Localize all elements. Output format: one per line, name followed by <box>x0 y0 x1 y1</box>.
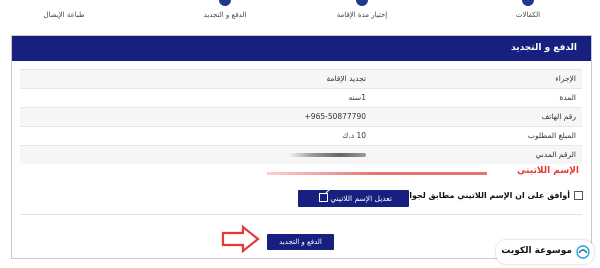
detail-row-phone: رقم الهاتف +965-50877790 <box>20 107 582 126</box>
row-label: المبلغ المطلوب <box>527 131 576 140</box>
row-value: 10 د.ك <box>342 131 366 140</box>
edit-button-label: تعديل الإسم اللاتيني <box>330 194 392 203</box>
checkbox-box[interactable] <box>574 191 583 200</box>
row-value: تجديد الإقامة <box>326 74 366 83</box>
row-label: الإجراء <box>555 74 576 83</box>
detail-row-procedure: الإجراء تجديد الإقامة <box>20 69 582 88</box>
redacted-latin-name <box>267 172 487 175</box>
step-label: الدفع و التجديد <box>203 11 247 19</box>
arrow-right-icon <box>221 224 260 254</box>
logo-text: موسوعة الكويت <box>501 246 572 256</box>
step-dot <box>522 0 534 6</box>
progress-stepper: طباعة الإيصال الدفع و التجديد إختيار مدة… <box>0 0 600 30</box>
step-dot <box>356 0 368 6</box>
row-label: المدة <box>559 93 576 102</box>
row-label: الرقم المدني <box>535 150 576 159</box>
step-label: طباعة الإيصال <box>43 11 85 19</box>
panel-title: الدفع و التجديد <box>12 36 591 61</box>
row-value: 1سنه <box>348 93 366 102</box>
divider <box>20 214 582 215</box>
step-label: إختيار مدة الإقامة <box>336 11 388 19</box>
latin-name-title: الإسم اللاتيني <box>517 166 579 176</box>
logo-icon <box>576 245 590 259</box>
payment-renewal-panel: الدفع و التجديد الإجراء تجديد الإقامة ال… <box>11 35 592 259</box>
edit-icon <box>319 193 329 202</box>
edit-latin-name-button[interactable]: تعديل الإسم اللاتيني <box>298 190 409 207</box>
step-dot <box>219 0 231 6</box>
step-label: الكفالات <box>515 11 541 19</box>
redacted-civil-id <box>286 153 366 157</box>
pay-button-label: الدفع و التجديد <box>279 238 322 246</box>
pay-renew-button[interactable]: الدفع و التجديد <box>267 234 334 250</box>
row-value: +965-50877790 <box>304 112 366 121</box>
detail-row-duration: المدة 1سنه <box>20 88 582 107</box>
site-logo: موسوعة الكويت <box>496 240 594 264</box>
detail-row-amount: المبلغ المطلوب 10 د.ك <box>20 126 582 145</box>
detail-row-civil-id: الرقم المدني <box>20 145 582 164</box>
row-label: رقم الهاتف <box>541 112 576 121</box>
